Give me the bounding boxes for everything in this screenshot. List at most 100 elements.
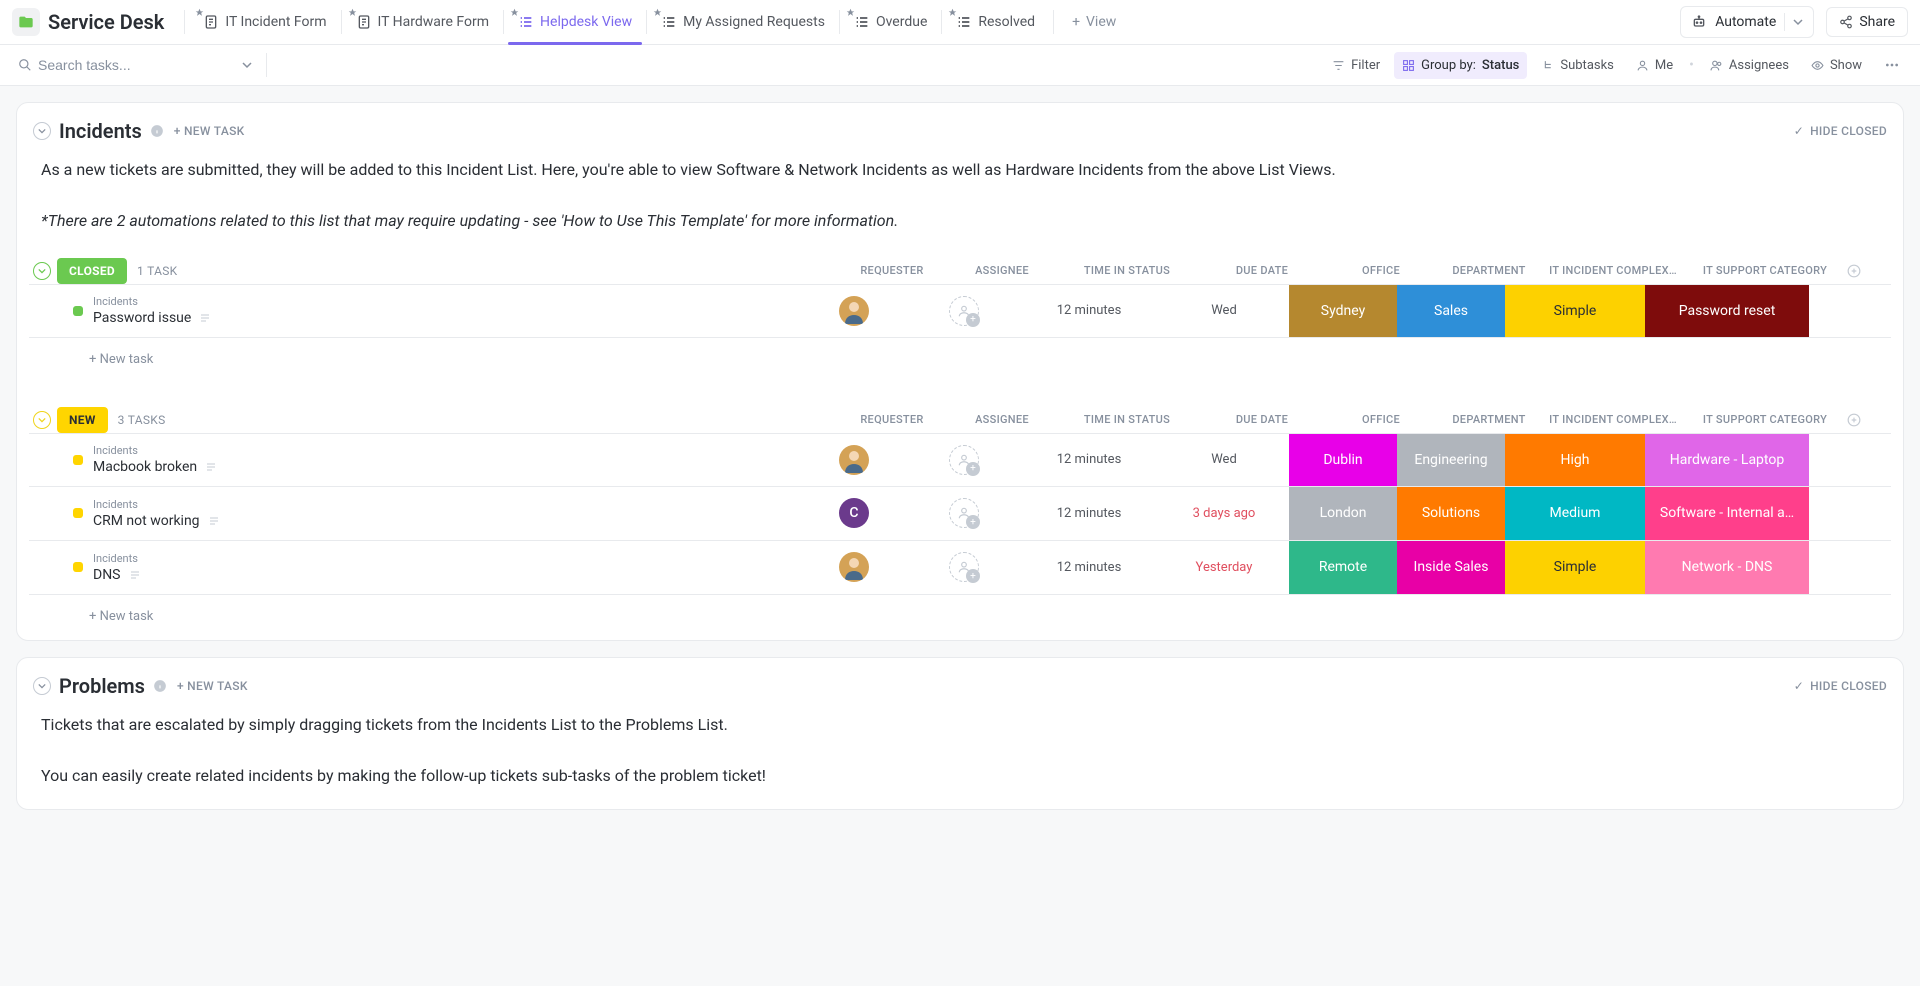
tab-item[interactable]: Overdue xyxy=(844,6,937,38)
requester-avatar[interactable] xyxy=(839,296,869,326)
search-input[interactable] xyxy=(38,57,226,73)
status-badge-new[interactable]: NEW xyxy=(57,407,108,433)
tag-department[interactable]: Inside Sales xyxy=(1397,541,1505,594)
project-title[interactable]: Service Desk xyxy=(48,10,164,34)
tag-department[interactable]: Sales xyxy=(1397,285,1505,337)
new-task-row[interactable]: + New task xyxy=(29,338,1891,367)
requester-avatar[interactable] xyxy=(839,445,869,475)
tag-office[interactable]: Dublin xyxy=(1289,434,1397,486)
col-header-department[interactable]: DEPARTMENT xyxy=(1435,413,1543,426)
hide-closed-button[interactable]: ✓ HIDE CLOSED xyxy=(1794,679,1887,693)
task-row[interactable]: IncidentsPassword issue+12 minutesWedSyd… xyxy=(29,284,1891,338)
tag-category[interactable]: Hardware - Laptop xyxy=(1645,434,1809,486)
folder-icon[interactable] xyxy=(12,8,40,36)
status-square[interactable] xyxy=(73,306,83,316)
tag-category[interactable]: Network - DNS xyxy=(1645,541,1809,594)
more-button[interactable] xyxy=(1876,51,1908,79)
tag-office[interactable]: Sydney xyxy=(1289,285,1397,337)
tag-category[interactable]: Software - Internal a… xyxy=(1645,487,1809,540)
search-options-toggle[interactable] xyxy=(238,56,256,74)
col-header-department[interactable]: DEPARTMENT xyxy=(1435,264,1543,277)
tab-item[interactable]: My Assigned Requests xyxy=(651,6,835,38)
list-icon xyxy=(956,14,972,30)
task-name[interactable]: Macbook broken xyxy=(93,459,197,475)
col-header-requester[interactable]: REQUESTER xyxy=(837,413,947,426)
assignee-add[interactable]: + xyxy=(949,552,979,582)
task-breadcrumb: Incidents xyxy=(93,444,217,457)
assignee-add[interactable]: + xyxy=(949,445,979,475)
tag-department[interactable]: Engineering xyxy=(1397,434,1505,486)
tag-complexity[interactable]: Simple xyxy=(1505,285,1645,337)
assignee-add[interactable]: + xyxy=(949,296,979,326)
tag-complexity[interactable]: Simple xyxy=(1505,541,1645,594)
col-header-time[interactable]: TIME IN STATUS xyxy=(1057,264,1197,277)
problems-section: Problems + NEW TASK ✓ HIDE CLOSED Ticket… xyxy=(16,657,1904,810)
task-row[interactable]: IncidentsDNS+12 minutesYesterdayRemoteIn… xyxy=(29,541,1891,595)
tag-department[interactable]: Solutions xyxy=(1397,487,1505,540)
group-toggle[interactable] xyxy=(33,262,51,280)
tag-category[interactable]: Password reset xyxy=(1645,285,1809,337)
col-header-office[interactable]: OFFICE xyxy=(1327,413,1435,426)
new-task-button[interactable]: + NEW TASK xyxy=(174,124,245,138)
task-row[interactable]: IncidentsCRM not workingC+12 minutes3 da… xyxy=(29,487,1891,541)
subtasks-button[interactable]: Subtasks xyxy=(1533,52,1622,79)
section-toggle[interactable] xyxy=(33,122,51,140)
tab-item[interactable]: Resolved xyxy=(946,6,1045,38)
assignee-add[interactable]: + xyxy=(949,498,979,528)
new-task-button[interactable]: + NEW TASK xyxy=(177,679,248,693)
group-toggle[interactable] xyxy=(33,411,51,429)
assignees-button[interactable]: Assignees xyxy=(1702,52,1797,79)
col-header-time[interactable]: TIME IN STATUS xyxy=(1057,413,1197,426)
col-header-category[interactable]: IT SUPPORT CATEGORY xyxy=(1683,413,1847,426)
col-header-due[interactable]: DUE DATE xyxy=(1197,413,1327,426)
col-header-assignee[interactable]: ASSIGNEE xyxy=(947,413,1057,426)
section-title[interactable]: Incidents xyxy=(59,119,142,143)
status-square[interactable] xyxy=(73,562,83,572)
add-view-button[interactable]: + View xyxy=(1062,6,1126,38)
tag-office[interactable]: London xyxy=(1289,487,1397,540)
col-header-office[interactable]: OFFICE xyxy=(1327,264,1435,277)
groupby-button[interactable]: Group by: Status xyxy=(1394,52,1527,79)
due-date[interactable]: Wed xyxy=(1211,303,1237,318)
add-column-button[interactable] xyxy=(1847,413,1887,427)
tag-complexity[interactable]: Medium xyxy=(1505,487,1645,540)
col-header-category[interactable]: IT SUPPORT CATEGORY xyxy=(1683,264,1847,277)
task-name[interactable]: DNS xyxy=(93,567,121,583)
status-badge-closed[interactable]: CLOSED xyxy=(57,258,127,284)
section-title[interactable]: Problems xyxy=(59,674,145,698)
me-button[interactable]: Me xyxy=(1628,52,1681,79)
requester-avatar[interactable] xyxy=(839,552,869,582)
col-header-assignee[interactable]: ASSIGNEE xyxy=(947,264,1057,277)
due-date[interactable]: Wed xyxy=(1211,452,1237,467)
tab-item[interactable]: IT Incident Form xyxy=(193,6,336,38)
add-column-button[interactable] xyxy=(1847,264,1887,278)
status-square[interactable] xyxy=(73,455,83,465)
requester-avatar[interactable]: C xyxy=(839,498,869,528)
status-square[interactable] xyxy=(73,508,83,518)
automate-button[interactable]: Automate xyxy=(1680,6,1814,38)
col-header-complexity[interactable]: IT INCIDENT COMPLEX… xyxy=(1543,413,1683,426)
tag-complexity[interactable]: High xyxy=(1505,434,1645,486)
tab-item[interactable]: Helpdesk View xyxy=(508,6,642,38)
hide-closed-button[interactable]: ✓ HIDE CLOSED xyxy=(1794,124,1887,138)
col-header-requester[interactable]: REQUESTER xyxy=(837,264,947,277)
tag-office[interactable]: Remote xyxy=(1289,541,1397,594)
due-date[interactable]: Yesterday xyxy=(1196,560,1253,575)
new-task-row[interactable]: + New task xyxy=(29,595,1891,624)
share-button[interactable]: Share xyxy=(1826,7,1908,37)
task-name[interactable]: CRM not working xyxy=(93,513,200,529)
col-header-due[interactable]: DUE DATE xyxy=(1197,264,1327,277)
list-icon xyxy=(854,14,870,30)
section-description: As a new tickets are submitted, they wil… xyxy=(29,157,1891,258)
section-toggle[interactable] xyxy=(33,677,51,695)
filter-button[interactable]: Filter xyxy=(1324,52,1388,79)
show-button[interactable]: Show xyxy=(1803,52,1870,79)
tab-item[interactable]: IT Hardware Form xyxy=(346,6,500,38)
separator: • xyxy=(1689,57,1694,73)
col-header-complexity[interactable]: IT INCIDENT COMPLEX… xyxy=(1543,264,1683,277)
task-row[interactable]: IncidentsMacbook broken+12 minutesWedDub… xyxy=(29,433,1891,487)
share-icon xyxy=(1839,15,1853,29)
check-icon: ✓ xyxy=(1794,679,1804,693)
task-name[interactable]: Password issue xyxy=(93,310,191,326)
due-date[interactable]: 3 days ago xyxy=(1193,506,1256,521)
